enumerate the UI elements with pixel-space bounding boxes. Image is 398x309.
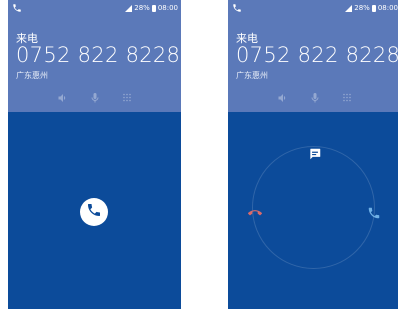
battery-percent: 28% <box>134 4 150 12</box>
incoming-call-screen-left: 28% 08:00 来电 0752 822 8228 广东惠州 <box>8 0 181 309</box>
keypad-icon[interactable] <box>341 89 353 102</box>
status-bar: 28% 08:00 <box>232 3 398 15</box>
speaker-icon[interactable] <box>57 89 69 102</box>
caller-number: 0752 822 8228 <box>236 43 398 67</box>
caller-number: 0752 822 8228 <box>16 43 181 67</box>
answer-icon <box>86 202 102 222</box>
answer-icon[interactable] <box>367 205 381 219</box>
answer-button[interactable] <box>80 198 108 226</box>
phone-icon <box>232 3 242 13</box>
incoming-call-screen-right: 28% 08:00 来电 0752 822 8228 广东惠州 <box>228 0 398 309</box>
signal-icon <box>345 4 353 12</box>
caller-location: 广东惠州 <box>236 71 268 80</box>
call-controls <box>8 89 181 103</box>
phone-icon <box>12 3 22 13</box>
clock: 08:00 <box>157 4 178 12</box>
message-icon[interactable] <box>308 146 322 160</box>
status-bar: 28% 08:00 <box>12 3 178 15</box>
call-info-panel: 28% 08:00 来电 0752 822 8228 广东惠州 <box>228 0 398 112</box>
decline-icon[interactable] <box>248 205 262 219</box>
battery-icon <box>371 4 376 12</box>
call-controls <box>228 89 398 103</box>
clock: 08:00 <box>377 4 398 12</box>
mute-icon[interactable] <box>89 89 101 103</box>
signal-icon <box>125 4 133 12</box>
mute-icon[interactable] <box>309 89 321 103</box>
speaker-icon[interactable] <box>277 89 289 102</box>
call-info-panel: 28% 08:00 来电 0752 822 8228 广东惠州 <box>8 0 181 112</box>
battery-percent: 28% <box>354 4 370 12</box>
swipe-ring <box>252 146 375 269</box>
keypad-icon[interactable] <box>121 89 133 102</box>
battery-icon <box>151 4 156 12</box>
caller-location: 广东惠州 <box>16 71 48 80</box>
